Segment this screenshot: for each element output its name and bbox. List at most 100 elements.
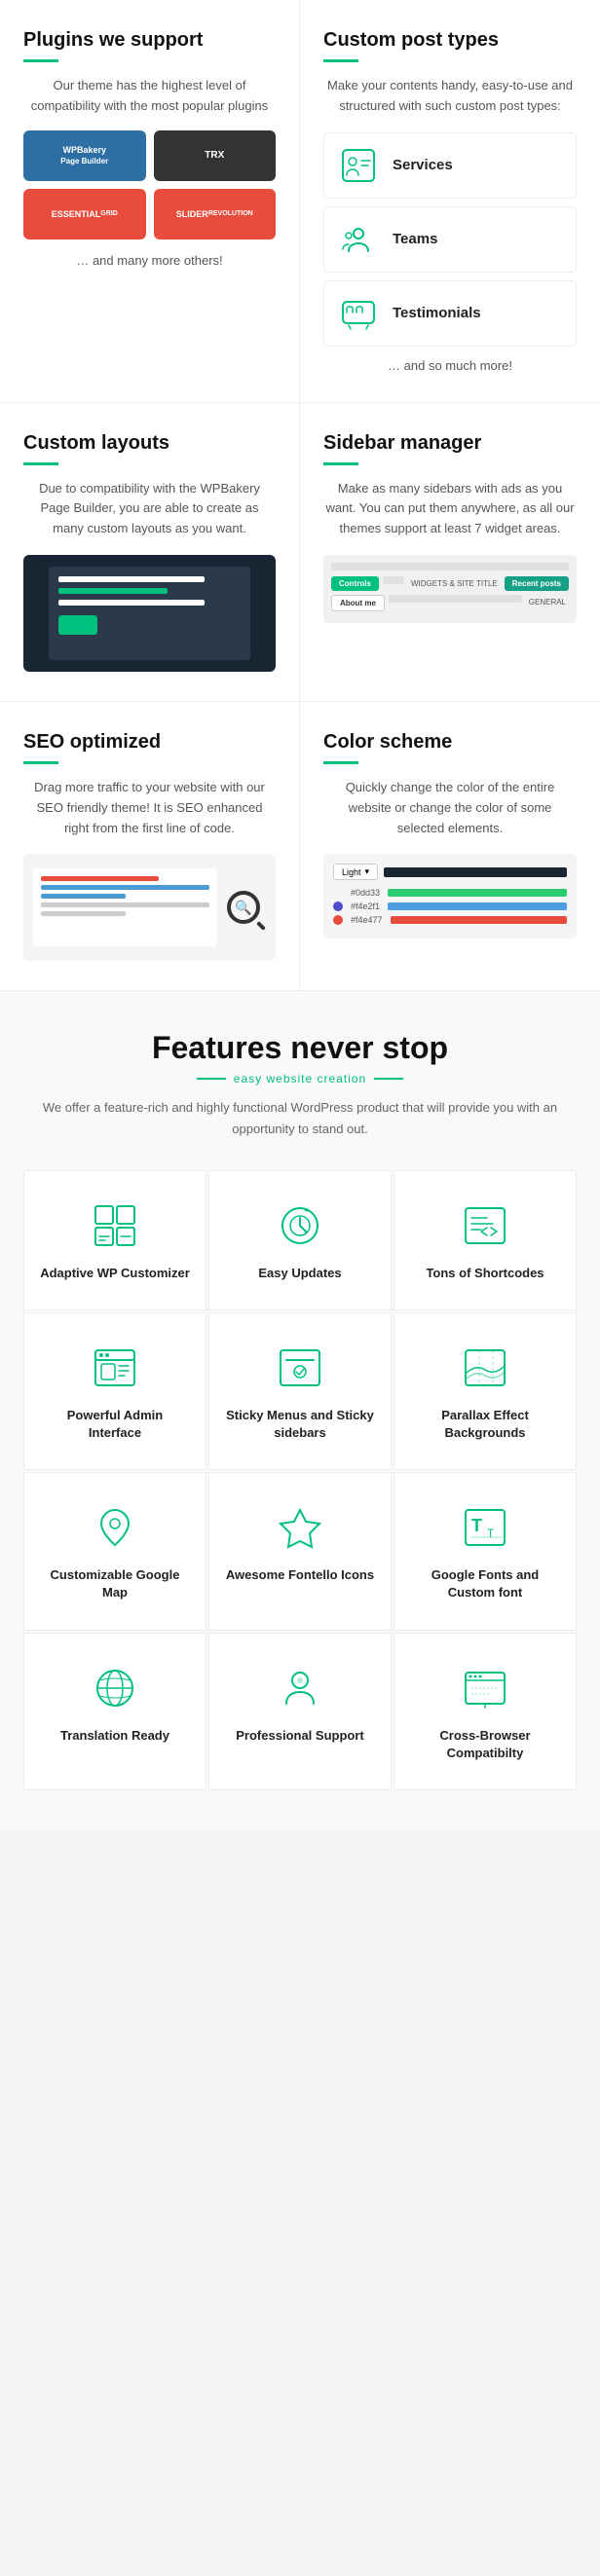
color-dot-1 <box>333 888 343 898</box>
sidebar-row-1: Controls WIDGETS & SITE TITLE Recent pos… <box>331 576 569 591</box>
search-handle <box>256 921 266 931</box>
features-desc: We offer a feature-rich and highly funct… <box>23 1097 577 1140</box>
cpt-services-label: Services <box>393 157 453 173</box>
custom-post-title: Custom post types <box>323 29 577 52</box>
custom-layouts-desc: Due to compatibility with the WPBakery P… <box>23 479 276 539</box>
mock-line-1 <box>58 576 205 582</box>
main-wrapper: Plugins we support Our theme has the hig… <box>0 0 600 1829</box>
custom-post-section: Custom post types Make your contents han… <box>300 0 600 402</box>
plugin-wpbakery: WPBakery Page Builder <box>23 130 146 181</box>
plugin-essential: ESSENTIAL GRID <box>23 189 146 239</box>
color-scheme-section: Color scheme Quickly change the color of… <box>300 702 600 990</box>
customizer-icon <box>88 1198 142 1253</box>
seo-line-4 <box>41 911 126 916</box>
color-hex-3: #f4e477 <box>351 915 383 925</box>
feature-customizer: Adaptive WP Customizer <box>23 1170 206 1310</box>
plugins-and-more: … and many more others! <box>23 253 276 268</box>
cpt-services: Services <box>323 132 577 199</box>
seo-section: SEO optimized Drag more traffic to your … <box>0 702 300 990</box>
svg-text:T: T <box>487 1527 495 1540</box>
mock-block-2 <box>103 615 241 635</box>
color-mock-header: Light ▾ <box>333 864 567 880</box>
seo-title: SEO optimized <box>23 731 276 754</box>
mock-line-2 <box>58 588 168 594</box>
seo-red-line <box>41 876 159 881</box>
color-scheme-desc: Quickly change the color of the entire w… <box>323 778 577 838</box>
color-bar-2 <box>388 902 567 910</box>
top-grid: Plugins we support Our theme has the hig… <box>0 0 600 403</box>
middle-grid: Custom layouts Due to compatibility with… <box>0 403 600 702</box>
sidebar-spacer-2 <box>389 595 522 603</box>
parallax-icon <box>458 1341 512 1395</box>
color-dot-3 <box>333 915 343 925</box>
feature-browser-label: Cross-Browser Compatibilty <box>410 1727 560 1762</box>
mock-line-3 <box>58 600 205 606</box>
custom-post-underline <box>323 59 358 62</box>
sidebar-btn-recent: Recent posts <box>505 576 569 591</box>
features-subtitle: easy website creation <box>23 1072 577 1086</box>
feature-admin: Powerful Admin Interface <box>23 1312 206 1470</box>
seo-desc: Drag more traffic to your website with o… <box>23 778 276 838</box>
color-bar-1 <box>388 889 567 897</box>
feature-sticky: Sticky Menus and Sticky sidebars <box>208 1312 392 1470</box>
translation-icon <box>88 1661 142 1715</box>
mock-inner <box>49 567 250 660</box>
plugin-trx: TRX <box>154 130 277 181</box>
sidebar-general: GENERAL <box>526 595 569 611</box>
feature-support-label: Professional Support <box>236 1727 363 1745</box>
plugins-grid: WPBakery Page Builder TRX ESSENTIAL GRID… <box>23 130 276 239</box>
feature-fontello: Awesome Fontello Icons <box>208 1472 392 1630</box>
feature-customizer-label: Adaptive WP Customizer <box>40 1265 190 1282</box>
services-icon <box>338 145 379 186</box>
plugins-section: Plugins we support Our theme has the hig… <box>0 0 300 402</box>
color-row-2: #f4e2f1 <box>333 902 567 911</box>
color-bar-3 <box>391 916 567 924</box>
sidebar-btn-controls: Controls <box>331 576 379 591</box>
plugins-underline <box>23 59 58 62</box>
search-circle-icon: 🔍 <box>227 891 260 924</box>
teams-icon <box>338 219 379 260</box>
shortcodes-icon <box>458 1198 512 1253</box>
svg-text:T: T <box>471 1516 482 1535</box>
feature-fonts-label: Google Fonts and Custom font <box>410 1566 560 1601</box>
seo-underline <box>23 761 58 764</box>
features-grid: Adaptive WP Customizer Easy Updates <box>23 1170 577 1790</box>
sidebar-manager-section: Sidebar manager Make as many sidebars wi… <box>300 403 600 701</box>
feature-updates: Easy Updates <box>208 1170 392 1310</box>
custom-layouts-mock <box>23 555 276 672</box>
feature-parallax: Parallax Effect Backgrounds <box>394 1312 577 1470</box>
feature-admin-label: Powerful Admin Interface <box>40 1407 190 1442</box>
sidebar-manager-desc: Make as many sidebars with ads as you wa… <box>323 479 577 539</box>
sidebar-mock: Controls WIDGETS & SITE TITLE Recent pos… <box>323 555 577 623</box>
feature-shortcodes: Tons of Shortcodes <box>394 1170 577 1310</box>
plugins-desc: Our theme has the highest level of compa… <box>23 76 276 117</box>
color-select[interactable]: Light ▾ <box>333 864 378 880</box>
color-row-1: #0dd33 <box>333 888 567 898</box>
sidebar-manager-title: Sidebar manager <box>323 432 577 455</box>
color-scheme-title: Color scheme <box>323 731 577 754</box>
fontello-icon <box>273 1500 327 1555</box>
sidebar-spacer-1 <box>383 576 404 584</box>
seo-mock: 🔍 <box>23 854 276 961</box>
cpt-and-more: … and so much more! <box>323 358 577 373</box>
browser-icon <box>458 1661 512 1715</box>
cpt-teams-label: Teams <box>393 231 437 247</box>
feature-shortcodes-label: Tons of Shortcodes <box>426 1265 544 1282</box>
feature-support: Professional Support <box>208 1633 392 1790</box>
sticky-icon <box>273 1341 327 1395</box>
sidebar-btn-about: About me <box>331 595 385 611</box>
testimonials-icon <box>338 293 379 334</box>
feature-fontello-label: Awesome Fontello Icons <box>226 1566 374 1584</box>
feature-map-label: Customizable Google Map <box>40 1566 190 1601</box>
features-subtitle-text: easy website creation <box>234 1072 366 1086</box>
feature-sticky-label: Sticky Menus and Sticky sidebars <box>225 1407 375 1442</box>
mock-block-1 <box>58 615 97 635</box>
fonts-icon: T T <box>458 1500 512 1555</box>
custom-layouts-title: Custom layouts <box>23 432 276 455</box>
sidebar-row-2: About me GENERAL <box>331 595 569 611</box>
features-section: Features never stop easy website creatio… <box>0 991 600 1829</box>
color-scheme-underline <box>323 761 358 764</box>
color-dot-2 <box>333 902 343 911</box>
sidebar-text: WIDGETS & SITE TITLE <box>408 576 501 591</box>
color-hex-1: #0dd33 <box>351 888 380 898</box>
